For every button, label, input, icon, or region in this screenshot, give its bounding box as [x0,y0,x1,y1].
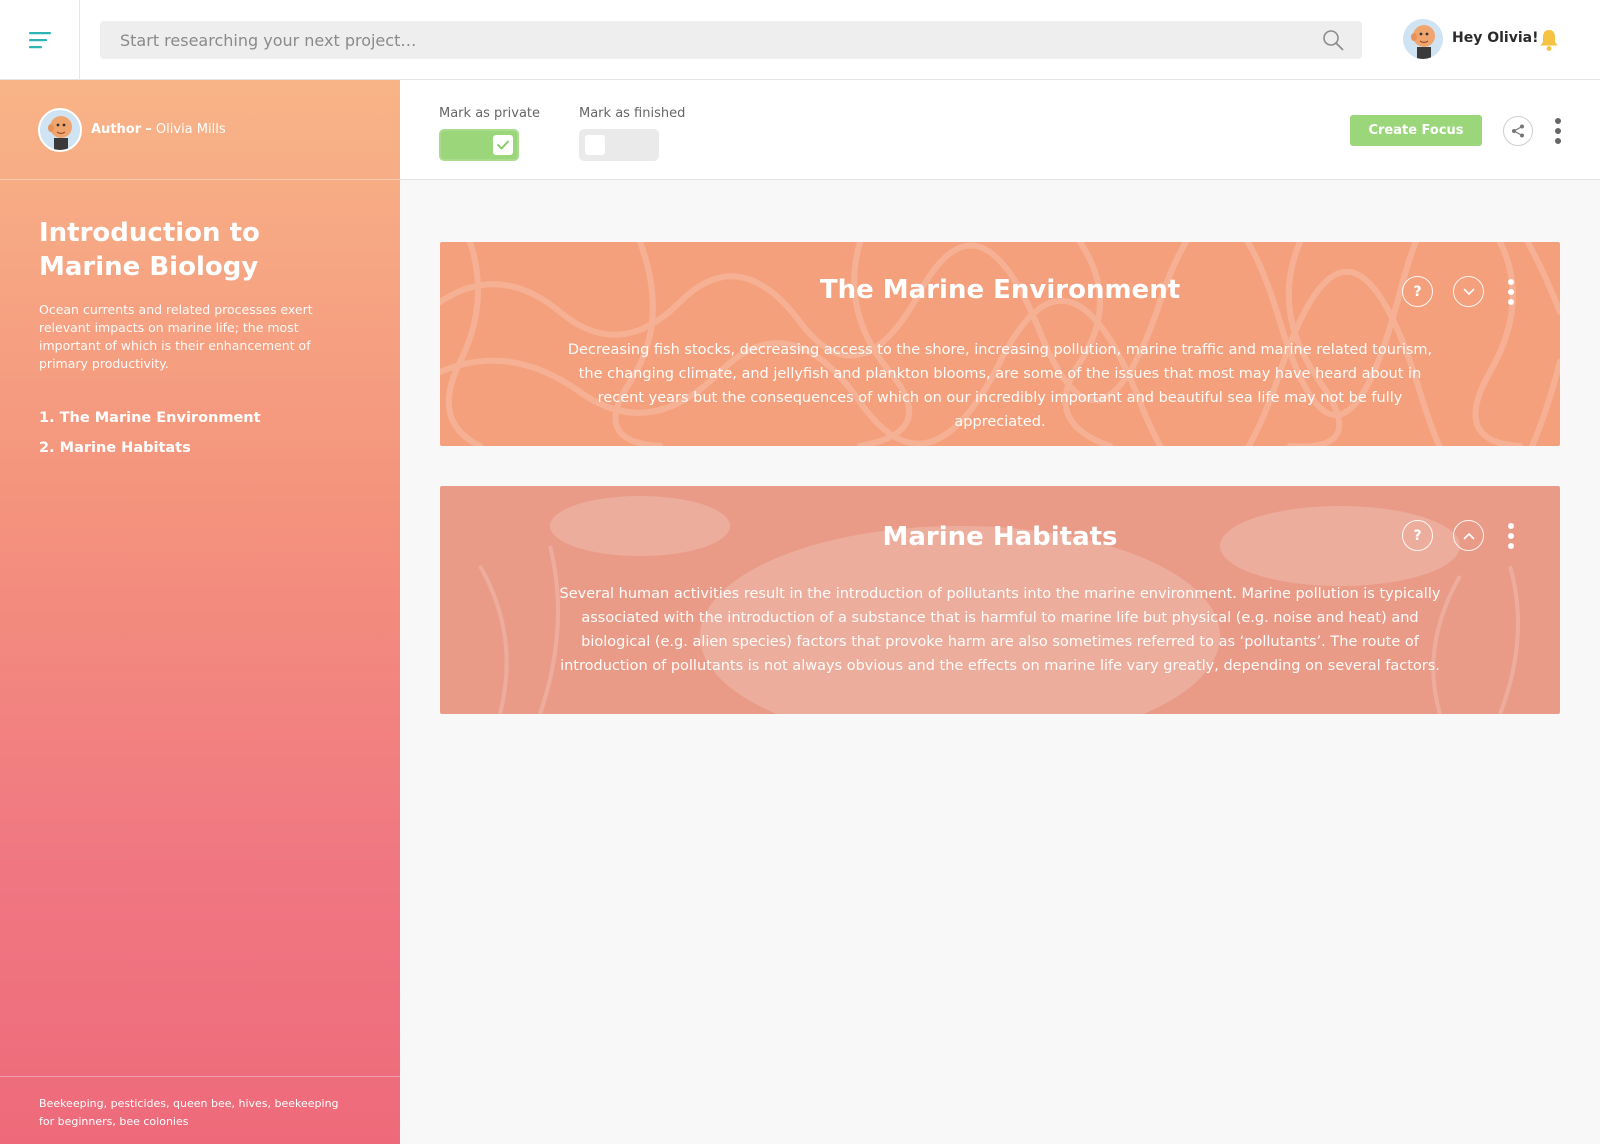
question-mark-icon: ? [1413,527,1422,544]
collapse-toggle-button[interactable] [1453,520,1484,551]
section-card-marine-environment: The Marine Environment Decreasing fish s… [440,242,1560,446]
chevron-up-icon [1463,532,1474,539]
notification-bell-icon[interactable] [1538,28,1560,52]
checkmark-icon [497,140,509,150]
user-avatar-image [1403,19,1443,59]
tags-footer: Beekeeping, pesticides, queen bee, hives… [0,1076,400,1144]
search-icon[interactable] [1322,29,1344,51]
tags-text: Beekeeping, pesticides, queen bee, hives… [39,1097,339,1128]
search-bar [100,21,1362,59]
toggle-knob [493,135,513,155]
question-mark-icon: ? [1413,283,1422,300]
hamburger-menu-icon [28,32,51,49]
card-body: Several human activities result in the i… [559,586,1441,674]
section-nav-item-marine-habitats[interactable]: 2. Marine Habitats [39,440,261,456]
section-nav-item-marine-environment[interactable]: 1. The Marine Environment [39,410,261,426]
author-separator: – [145,122,152,137]
author-name[interactable]: Olivia Mills [156,122,226,137]
finished-toggle[interactable] [579,129,659,161]
search-input[interactable] [100,21,1300,59]
share-icon [1512,124,1524,138]
user-avatar[interactable] [1403,19,1443,59]
card-title: The Marine Environment [819,275,1181,305]
project-toolbar: Mark as private Mark as finished Create … [400,80,1600,180]
author-label: Author [91,122,142,137]
author-row: Author – Olivia Mills [0,80,400,180]
private-toggle-label: Mark as private [439,106,541,121]
project-title: Introduction to Marine Biology [39,218,260,282]
top-bar: Hey Olivia! [0,0,1600,80]
section-card-marine-habitats: Marine Habitats Several human activities… [440,486,1560,714]
toggle-knob [585,135,605,155]
menu-button[interactable] [0,0,80,80]
private-toggle[interactable] [439,129,519,161]
help-button[interactable]: ? [1402,520,1433,551]
author-info: Author – Olivia Mills [91,122,226,137]
author-avatar-image [40,110,80,150]
card-title: Marine Habitats [882,522,1118,552]
finished-toggle-group: Mark as finished [579,106,685,161]
sidebar: Author – Olivia Mills Introduction to Ma… [0,80,400,1144]
section-nav: 1. The Marine Environment 2. Marine Habi… [39,410,261,470]
share-button[interactable] [1503,116,1533,146]
card-actions: ? [1402,520,1532,552]
card-body: Decreasing fish stocks, decreasing acces… [567,342,1433,430]
help-button[interactable]: ? [1402,276,1433,307]
author-avatar[interactable] [38,108,82,152]
more-options-icon[interactable] [1551,116,1565,146]
card-more-options-icon[interactable] [1506,277,1516,307]
card-actions: ? [1402,276,1532,308]
user-greeting: Hey Olivia! [1452,30,1539,46]
create-focus-button[interactable]: Create Focus [1350,115,1482,146]
private-toggle-group: Mark as private [439,106,540,161]
card-more-options-icon[interactable] [1506,521,1516,551]
finished-toggle-label: Mark as finished [579,106,686,121]
collapse-toggle-button[interactable] [1453,276,1484,307]
chevron-down-icon [1463,288,1474,295]
project-description: Ocean currents and related processes exe… [39,302,313,371]
